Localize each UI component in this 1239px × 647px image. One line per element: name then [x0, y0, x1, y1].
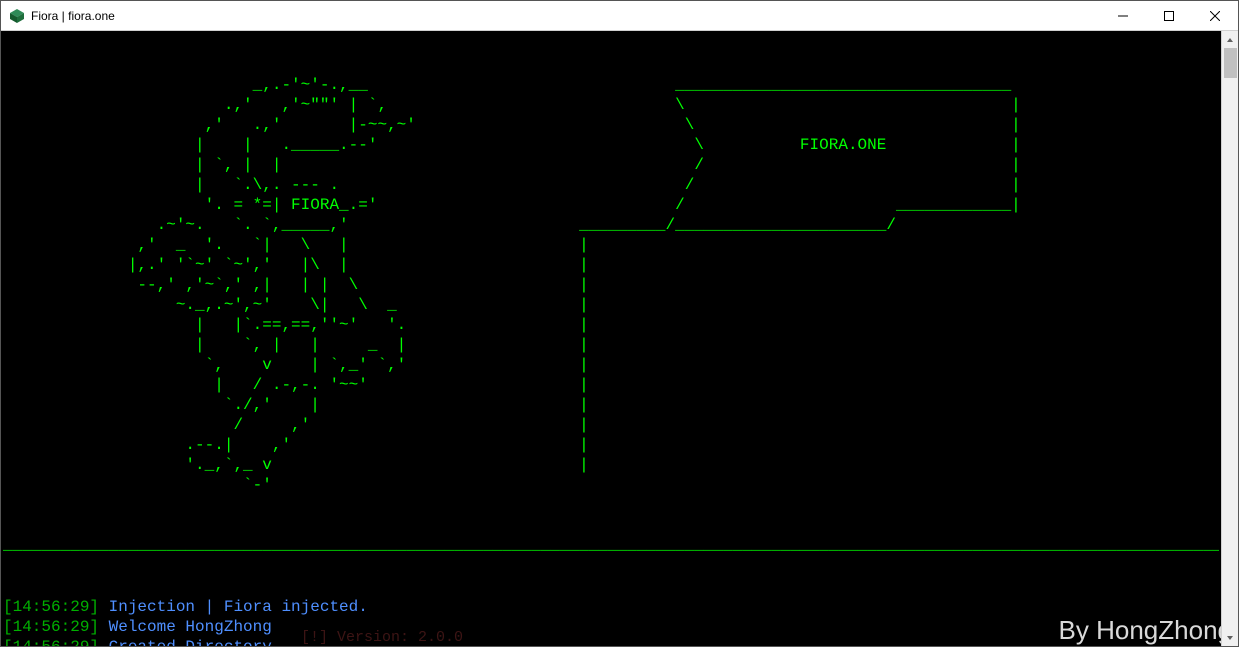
window-title: Fiora | fiora.one: [31, 9, 115, 23]
app-icon: [9, 8, 25, 24]
maximize-button[interactable]: [1146, 1, 1192, 30]
log-timestamp: [14:56:29]: [3, 598, 99, 616]
log-timestamp: [14:56:29]: [3, 638, 99, 646]
log-line: [14:56:29] Welcome HongZhong: [3, 617, 1219, 637]
scroll-thumb[interactable]: [1224, 48, 1237, 78]
log-message: Welcome HongZhong: [99, 618, 272, 636]
window-controls: [1100, 1, 1238, 30]
ascii-art-right: ___________________________________ \ | …: [579, 75, 1021, 475]
log-list: [14:56:29] Injection | Fiora injected.[1…: [3, 597, 1219, 646]
console-output: _,.-'~'-.,__ .,' ,'~""' | `, ,' .,' |-~~…: [1, 31, 1221, 646]
scroll-down-button[interactable]: [1222, 629, 1238, 646]
log-line: [14:56:29] Injection | Fiora injected.: [3, 597, 1219, 617]
divider-line: ________________________________________…: [3, 535, 1219, 555]
log-message: Created Directory.: [99, 638, 281, 646]
close-button[interactable]: [1192, 1, 1238, 30]
log-message: Injection | Fiora injected.: [99, 598, 368, 616]
log-timestamp: [14:56:29]: [3, 618, 99, 636]
client-area: _,.-'~'-.,__ .,' ,'~""' | `, ,' .,' |-~~…: [1, 31, 1238, 646]
scroll-up-button[interactable]: [1222, 31, 1238, 48]
ascii-art-left: _,.-'~'-.,__ .,' ,'~""' | `, ,' .,' |-~~…: [3, 75, 579, 495]
log-line: [14:56:29] Created Directory.: [3, 637, 1219, 646]
titlebar[interactable]: Fiora | fiora.one: [1, 1, 1238, 31]
minimize-button[interactable]: [1100, 1, 1146, 30]
vertical-scrollbar[interactable]: [1221, 31, 1238, 646]
title-left: Fiora | fiora.one: [9, 8, 115, 24]
ascii-banner: _,.-'~'-.,__ .,' ,'~""' | `, ,' .,' |-~~…: [3, 75, 1219, 495]
app-window: Fiora | fiora.one _,.-'~'-.,__: [0, 0, 1239, 647]
